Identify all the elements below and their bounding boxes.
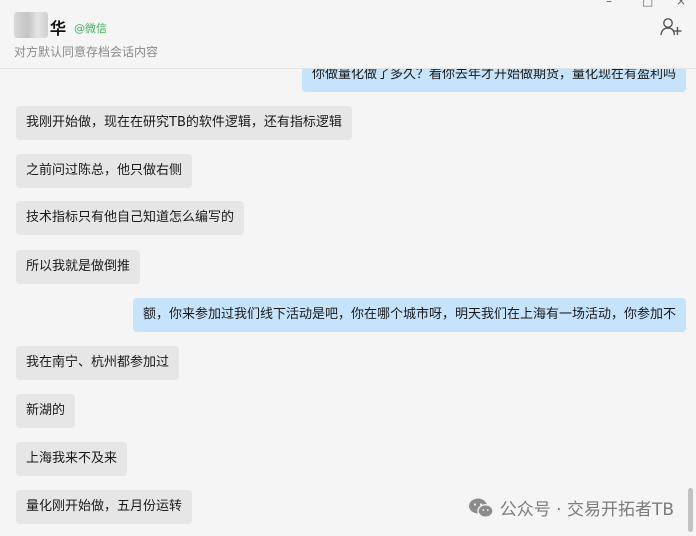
message-bubble-incoming[interactable]: 所以我就是做倒推: [16, 250, 141, 284]
message-bubble-incoming[interactable]: 技术指标只有他自己知道怎么编写的: [16, 201, 245, 235]
wechat-source-tag: @微信: [74, 22, 107, 35]
watermark: 公众号 · 交易开拓者TB: [468, 495, 674, 520]
maximize-button[interactable]: □: [642, 0, 653, 8]
minimize-button[interactable]: –: [606, 0, 612, 8]
message-bubble-incoming[interactable]: 之前问过陈总，他只做右侧: [16, 154, 193, 188]
message-bubble-incoming[interactable]: 我刚开始做，现在在研究TB的软件逻辑，还有指标逻辑: [16, 106, 352, 140]
archive-notice: 对方默认同意存档会话内容: [14, 45, 159, 59]
close-button[interactable]: ×: [676, 0, 686, 8]
scrollbar-thumb[interactable]: [688, 488, 693, 532]
blurred-name-mask: [14, 12, 48, 38]
add-member-icon[interactable]: [660, 16, 682, 38]
chat-header: 华 @微信 对方默认同意存档会话内容 – □ ×: [0, 0, 696, 69]
message-bubble-outgoing[interactable]: 额，你来参加过我们线下活动是吧，你在哪个城市呀，明天我们在上海有一场活动，你参加…: [132, 298, 686, 332]
message-bubble-incoming[interactable]: 上海我来不及来: [16, 442, 128, 476]
message-bubble-incoming[interactable]: 我在南宁、杭州都参加过: [16, 346, 180, 380]
contact-name: 华: [50, 19, 67, 38]
message-bubble-incoming[interactable]: 量化刚开始做，五月份运转: [16, 490, 193, 524]
wechat-logo-icon: [468, 498, 494, 518]
watermark-text: 公众号 · 交易开拓者TB: [499, 500, 674, 520]
message-bubble-incoming[interactable]: 新湖的: [16, 394, 76, 428]
